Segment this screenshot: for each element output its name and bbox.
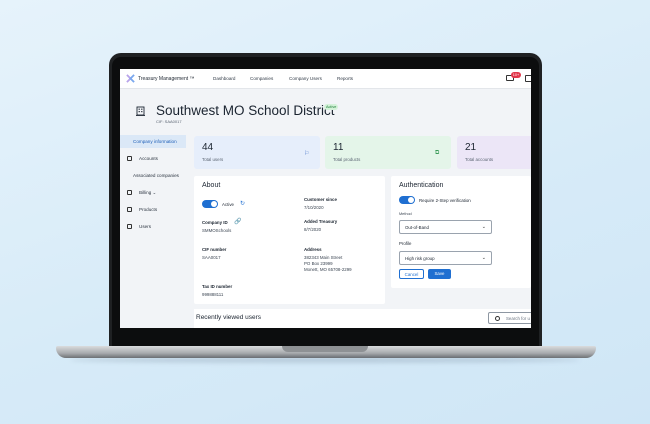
added-treasury-value: 8/7/2020 [304, 227, 322, 232]
method-label: Method [399, 212, 412, 216]
search-icon [495, 316, 500, 321]
company-id-value: SMMOSchools [202, 228, 232, 233]
sidebar-item-label: Billing ⌄ [139, 190, 157, 195]
app-screen: Treasury Management ™ Dashboard Companie… [120, 69, 531, 328]
refresh-icon[interactable]: ↻ [240, 200, 245, 207]
laptop-shadow [70, 357, 580, 363]
users-icon: ⚐ [304, 151, 310, 157]
two-step-toggle[interactable] [399, 196, 415, 204]
page-title: Southwest MO School District [156, 103, 335, 118]
search-placeholder: Search for u [506, 316, 530, 321]
building-icon [136, 106, 145, 116]
sidebar-item-billing[interactable]: Billing ⌄ [120, 186, 186, 199]
sidebar-item-label: Associated companies [133, 173, 179, 178]
nav-dashboard[interactable]: Dashboard [213, 76, 235, 81]
stat-card-users[interactable]: 44 Total users ⚐ [194, 136, 320, 169]
stat-label: Total products [333, 157, 361, 162]
products-icon [127, 207, 132, 212]
stat-value: 44 [202, 142, 214, 153]
stat-value: 11 [333, 142, 344, 153]
treasury-logo-icon [126, 74, 135, 83]
chevron-down-icon: ⌄ [481, 255, 486, 261]
stat-value: 21 [465, 142, 477, 153]
recently-viewed-title: Recently viewed users [196, 314, 262, 321]
active-toggle-label: Active [222, 202, 234, 207]
customer-since-label: Customer since [304, 197, 337, 202]
link-icon[interactable]: 🔗 [234, 218, 241, 225]
sidebar-item-associated-companies[interactable]: Associated companies [120, 169, 186, 182]
products-icon: ⧉ [435, 150, 440, 156]
recently-viewed-section: Recently viewed users Search for u [194, 309, 531, 328]
stat-label: Total accounts [465, 157, 494, 162]
sidebar-item-label: Users [139, 224, 151, 229]
chevron-down-icon: ⌄ [481, 224, 486, 230]
profile-select[interactable]: High risk group ⌄ [399, 251, 492, 265]
method-select[interactable]: Out-of-Band ⌄ [399, 220, 492, 234]
account-icon [127, 156, 132, 161]
stat-card-products[interactable]: 11 Total products ⧉ [325, 136, 451, 169]
tax-id-value: 999888111 [202, 292, 224, 297]
laptop-bezel-bottom [120, 328, 531, 348]
profile-label: Profile [399, 241, 412, 246]
nav-company-users[interactable]: Company Users [289, 76, 322, 81]
nav-companies[interactable]: Companies [250, 76, 273, 81]
about-panel: About Active ↻ Company ID 🔗 SMMOSchools … [194, 176, 385, 304]
added-treasury-label: Added Treasury [304, 219, 338, 224]
billing-icon [127, 190, 132, 195]
sidebar-item-label: Accounts [139, 156, 158, 161]
address-label: Address [304, 247, 322, 252]
tax-id-label: Tax ID number [202, 284, 233, 289]
mail-badge: 10+ [511, 72, 521, 78]
sidebar-item-label: Company information [133, 139, 177, 144]
save-button[interactable]: Save [428, 269, 451, 279]
sidebar-item-users[interactable]: Users [120, 220, 186, 233]
two-step-label: Require 2-Step verification [419, 198, 471, 203]
cancel-button[interactable]: Cancel [399, 269, 424, 279]
top-navigation: Treasury Management ™ Dashboard Companie… [120, 69, 531, 89]
search-input[interactable]: Search for u [488, 312, 531, 324]
cif-value: SAA0017 [202, 255, 221, 260]
authentication-title: Authentication [399, 182, 444, 189]
method-value: Out-of-Band [405, 225, 429, 230]
sidebar-item-label: Products [139, 207, 158, 212]
address-value: 382343 Main Street PO Box 23999 Monett, … [304, 255, 352, 273]
sidebar-item-products[interactable]: Products [120, 203, 186, 216]
nav-reports[interactable]: Reports [337, 76, 353, 81]
company-id-label: Company ID [202, 220, 228, 225]
sidebar-item-accounts[interactable]: Accounts [120, 152, 186, 165]
cart-icon[interactable] [525, 75, 531, 82]
profile-value: High risk group [405, 256, 435, 261]
customer-since-value: 7/10/2020 [304, 205, 324, 210]
cif-label: CIF number [202, 247, 227, 252]
authentication-panel: Authentication Require 2-Step verificati… [391, 176, 531, 288]
cif-subtitle: CIF: SAA0017 [156, 119, 182, 124]
stat-card-accounts[interactable]: 21 Total accounts [457, 136, 531, 169]
stat-label: Total users [202, 157, 224, 162]
status-badge: Active [324, 104, 339, 110]
brand-name[interactable]: Treasury Management ™ [138, 76, 195, 82]
users-icon [127, 224, 132, 229]
laptop-notch [282, 346, 368, 352]
active-toggle[interactable] [202, 200, 218, 208]
about-title: About [202, 182, 221, 189]
sidebar-item-company-information[interactable]: Company information [120, 135, 186, 148]
